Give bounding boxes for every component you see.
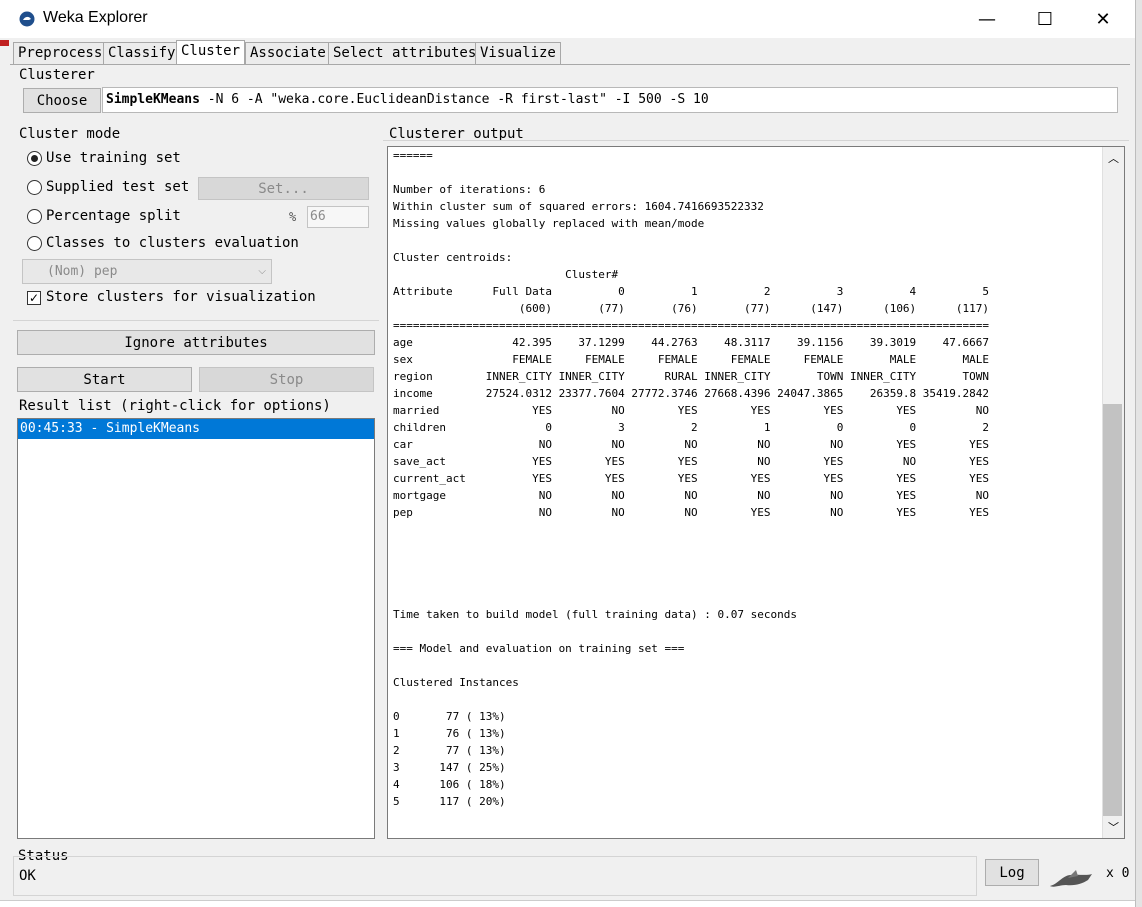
set-button[interactable]: Set... — [198, 177, 369, 200]
clusterer-group-label: Clusterer — [19, 67, 95, 83]
class-attribute-value: (Nom) pep — [47, 264, 118, 279]
chevron-down-icon: ⌵ — [258, 266, 266, 277]
tab-associate[interactable]: Associate — [245, 42, 331, 64]
cluster-mode-border — [13, 320, 379, 321]
status-count: x 0 — [1106, 866, 1130, 881]
classes-to-clusters-label: Classes to clusters evaluation — [46, 235, 299, 251]
classes-to-clusters-radio[interactable] — [27, 236, 42, 251]
tab-classify[interactable]: Classify — [103, 42, 181, 64]
cluster-mode-label: Cluster mode — [19, 126, 121, 142]
use-training-set-radio[interactable] — [27, 151, 42, 166]
class-attribute-select[interactable]: (Nom) pep ⌵ — [22, 259, 272, 284]
stop-button[interactable]: Stop — [199, 367, 374, 392]
clusterer-output-panel[interactable]: ====== Number of iterations: 6 Within cl… — [387, 146, 1125, 839]
result-list-label: Result list (right-click for options) — [19, 398, 331, 414]
ignore-attributes-button[interactable]: Ignore attributes — [17, 330, 375, 355]
clusterer-algorithm-name: SimpleKMeans — [106, 92, 200, 107]
scroll-down-icon[interactable]: ﹀ — [1108, 819, 1119, 835]
weka-bird-status-icon — [1050, 870, 1092, 887]
status-box — [13, 856, 977, 896]
close-button[interactable]: ✕ — [1074, 0, 1132, 38]
store-clusters-checkbox[interactable]: ✓ — [27, 291, 41, 305]
supplied-test-set-label: Supplied test set — [46, 179, 190, 195]
store-clusters-label: Store clusters for visualization — [46, 289, 316, 305]
percentage-split-label: Percentage split — [46, 208, 181, 224]
start-button[interactable]: Start — [17, 367, 192, 392]
weka-app-icon — [19, 11, 35, 27]
tab-preprocess[interactable]: Preprocess — [13, 42, 108, 64]
background-page-strip — [0, 900, 1135, 907]
result-list-item[interactable]: 00:45:33 - SimpleKMeans — [18, 419, 374, 439]
tab-visualize[interactable]: Visualize — [475, 42, 561, 64]
tab-divider — [10, 64, 1130, 65]
tab-select-attributes[interactable]: Select attributes — [328, 42, 482, 64]
log-button[interactable]: Log — [985, 859, 1039, 886]
scroll-thumb[interactable] — [1103, 404, 1122, 816]
window-title: Weka Explorer — [43, 9, 148, 26]
background-window-edge — [1135, 0, 1142, 907]
output-group-border — [383, 140, 1129, 141]
background-window-edge — [0, 40, 9, 46]
use-training-set-label: Use training set — [46, 150, 181, 166]
percent-sign: % — [289, 210, 297, 224]
percentage-split-input[interactable]: 66 — [307, 206, 369, 228]
result-list[interactable]: 00:45:33 - SimpleKMeans — [17, 418, 375, 839]
tab-cluster[interactable]: Cluster — [176, 40, 246, 65]
supplied-test-set-radio[interactable] — [27, 180, 42, 195]
status-text: OK — [19, 868, 36, 884]
percentage-split-radio[interactable] — [27, 209, 42, 224]
title-bar: Weka Explorer — ☐ ✕ — [0, 0, 1135, 38]
clusterer-output-text: ====== Number of iterations: 6 Within cl… — [393, 149, 990, 808]
maximize-button[interactable]: ☐ — [1016, 0, 1074, 38]
clusterer-options: -N 6 -A "weka.core.EuclideanDistance -R … — [199, 92, 709, 107]
clusterer-config-field[interactable]: SimpleKMeans -N 6 -A "weka.core.Euclidea… — [102, 87, 1118, 113]
scroll-up-icon[interactable]: ︿ — [1108, 150, 1119, 166]
choose-button[interactable]: Choose — [23, 88, 101, 113]
minimize-button[interactable]: — — [958, 0, 1016, 38]
